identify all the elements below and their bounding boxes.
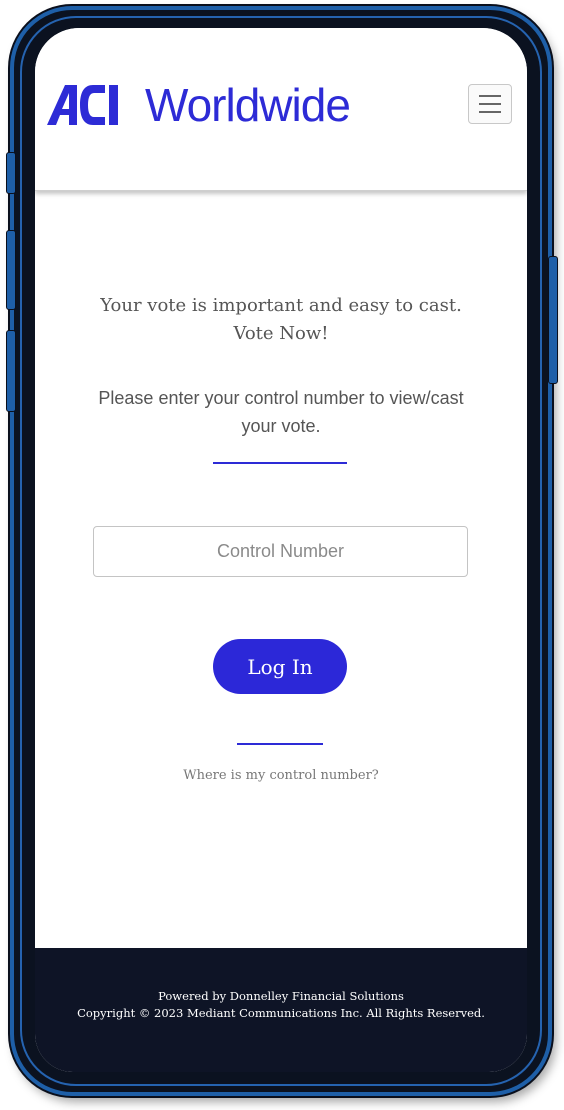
vote-headline: Your vote is important and easy to cast.… <box>100 295 462 344</box>
phone-mute-switch <box>6 152 16 194</box>
control-number-input[interactable] <box>93 526 468 577</box>
hamburger-menu-icon-line <box>479 111 501 113</box>
hamburger-menu-icon-line <box>479 103 501 105</box>
aci-logo-mark <box>47 85 118 125</box>
hamburger-menu-button[interactable] <box>468 84 512 124</box>
site-footer: Powered by Donnelley Financial Solutions… <box>35 948 527 1072</box>
instructions-text: Please enter your control number to view… <box>98 388 464 436</box>
divider-top <box>213 462 347 464</box>
logo-wordmark: Worldwide <box>145 79 351 131</box>
phone-volume-up-button <box>6 230 16 310</box>
hamburger-menu-icon <box>479 95 501 97</box>
where-is-control-number-link[interactable]: Where is my control number? <box>81 768 481 783</box>
powered-by-text: Powered by Donnelley Financial Solutions <box>158 989 404 1003</box>
phone-volume-down-button <box>6 330 16 412</box>
login-button[interactable]: Log In <box>213 639 347 694</box>
phone-screen: Worldwide Your vote is important and eas… <box>35 28 527 1072</box>
aci-worldwide-logo[interactable]: Worldwide <box>47 79 351 131</box>
phone-power-button <box>548 256 558 384</box>
copyright-text: Copyright © 2023 Mediant Communications … <box>77 1006 485 1020</box>
site-header: Worldwide <box>35 28 527 191</box>
divider-bottom <box>237 743 323 745</box>
